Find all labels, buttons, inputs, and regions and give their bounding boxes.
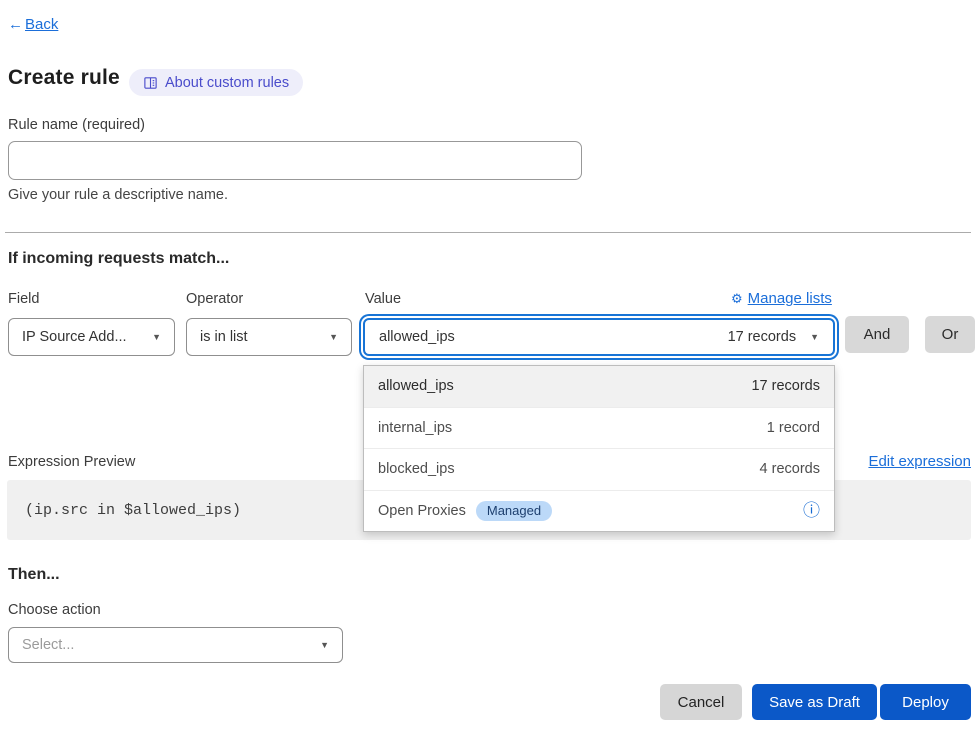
about-custom-rules-link[interactable]: About custom rules [129,69,303,96]
or-button[interactable]: Or [925,316,975,353]
chevron-down-icon: ▼ [152,332,161,342]
match-section-heading: If incoming requests match... [8,250,229,268]
manage-lists-label: Manage lists [748,290,832,307]
gear-icon: ⚙ [731,291,743,307]
rule-name-input[interactable] [8,141,582,180]
action-select-placeholder: Select... [22,637,74,653]
dropdown-option-open-proxies[interactable]: Open Proxies Managed ⓘ [364,491,834,532]
operator-select[interactable]: is in list ▼ [186,318,352,356]
cancel-button[interactable]: Cancel [660,684,742,720]
list-record-count: 17 records [751,378,820,394]
value-select-value: allowed_ips [379,329,455,345]
managed-badge: Managed [476,501,552,521]
list-name: blocked_ips [378,461,455,477]
list-name: internal_ips [378,420,452,436]
field-label: Field [8,291,39,307]
save-as-draft-button[interactable]: Save as Draft [752,684,877,720]
then-section-heading: Then... [8,566,60,584]
expression-preview-label: Expression Preview [8,454,135,470]
list-name: allowed_ips [378,378,454,394]
dropdown-option-internal-ips[interactable]: internal_ips 1 record [364,408,834,450]
action-select[interactable]: Select... ▼ [8,627,343,663]
chevron-down-icon: ▼ [810,332,819,342]
create-rule-page: ←Back Create rule About custom rules Rul… [0,0,979,739]
operator-label: Operator [186,291,243,307]
manage-lists-link[interactable]: ⚙ Manage lists [731,290,832,307]
rule-name-label: Rule name (required) [8,117,145,133]
back-arrow-icon: ← [8,16,23,33]
operator-select-value: is in list [200,329,248,345]
book-icon [143,75,158,90]
field-select-value: IP Source Add... [22,329,127,345]
value-dropdown-menu: allowed_ips 17 records internal_ips 1 re… [363,365,835,532]
section-divider [5,232,971,233]
chevron-down-icon: ▼ [329,332,338,342]
list-record-count: 1 record [767,420,820,436]
chevron-down-icon: ▼ [320,640,329,650]
edit-expression-link[interactable]: Edit expression [868,453,971,470]
dropdown-option-allowed-ips[interactable]: allowed_ips 17 records [364,366,834,408]
about-badge-label: About custom rules [165,75,289,91]
list-name: Open Proxies [378,503,466,519]
choose-action-label: Choose action [8,602,101,618]
value-select[interactable]: allowed_ips 17 records ▼ [363,318,835,356]
value-label: Value [365,291,401,307]
deploy-button[interactable]: Deploy [880,684,971,720]
field-select[interactable]: IP Source Add... ▼ [8,318,175,356]
page-title: Create rule [8,66,120,90]
back-link[interactable]: ←Back [8,16,58,33]
expression-code: (ip.src in $allowed_ips) [25,502,241,519]
and-button[interactable]: And [845,316,909,353]
rule-name-helper-text: Give your rule a descriptive name. [8,187,228,203]
dropdown-option-blocked-ips[interactable]: blocked_ips 4 records [364,449,834,491]
info-icon[interactable]: ⓘ [803,502,820,519]
back-link-label: Back [25,16,58,33]
value-select-records-count: 17 records [728,329,797,345]
list-record-count: 4 records [760,461,820,477]
